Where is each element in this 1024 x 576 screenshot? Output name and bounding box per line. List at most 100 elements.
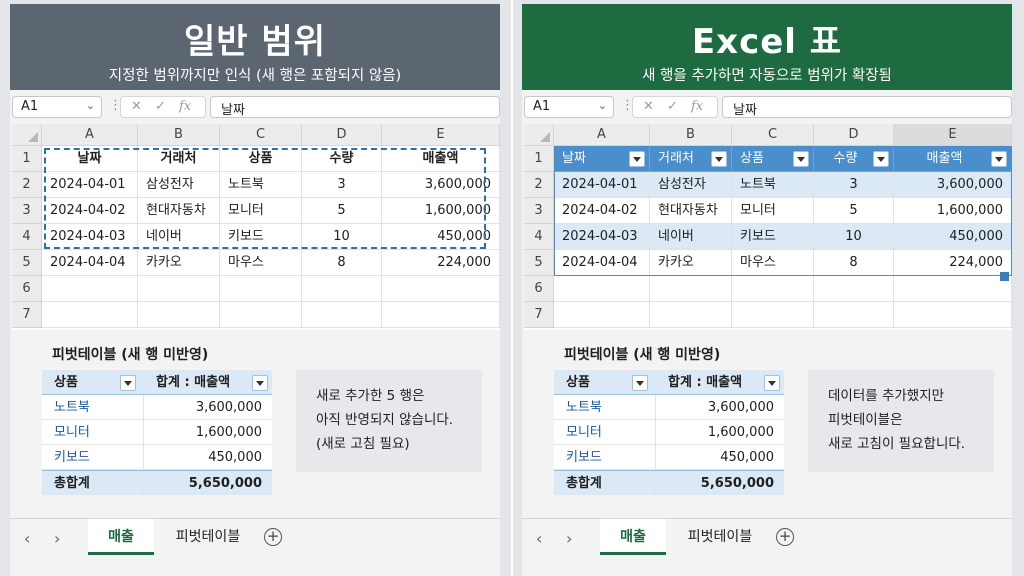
plus-circle-icon[interactable]: + [776, 528, 794, 546]
check-icon[interactable]: ✓ [155, 99, 166, 114]
column-header-b[interactable]: B [650, 124, 732, 146]
formula-input[interactable]: 날짜 [210, 96, 500, 118]
row-header-1[interactable]: 1 [12, 146, 42, 172]
header-cell[interactable]: 날짜 [554, 146, 650, 172]
column-header-a[interactable]: A [42, 124, 138, 146]
filter-dropdown-icon[interactable] [629, 151, 645, 167]
filter-dropdown-icon[interactable] [252, 375, 268, 391]
header-cell[interactable]: 수량 [814, 146, 894, 172]
table-resize-handle[interactable] [1000, 272, 1009, 281]
cell[interactable]: 모니터 [732, 198, 814, 224]
cell[interactable]: 2024-04-04 [42, 250, 138, 276]
cell[interactable]: 1,600,000 [894, 198, 1012, 224]
x-icon[interactable]: ✕ [131, 99, 142, 114]
filter-dropdown-icon[interactable] [120, 375, 136, 391]
filter-dropdown-icon[interactable] [711, 151, 727, 167]
tab-sales[interactable]: 매출 [600, 519, 666, 555]
check-icon[interactable]: ✓ [667, 99, 678, 114]
cell[interactable]: 카카오 [138, 250, 220, 276]
fx-icon[interactable]: fx [179, 99, 191, 114]
cell[interactable] [732, 302, 814, 328]
pivot-item-label[interactable]: 노트북 [42, 395, 144, 420]
select-all-corner[interactable] [524, 124, 554, 146]
cell[interactable] [382, 276, 500, 302]
name-box[interactable]: A1 ⌄ [12, 96, 102, 118]
column-header-e[interactable]: E [382, 124, 500, 146]
pivot-item-label[interactable]: 모니터 [42, 420, 144, 445]
row-header-7[interactable]: 7 [12, 302, 42, 328]
cell[interactable]: 8 [814, 250, 894, 276]
cell[interactable] [732, 276, 814, 302]
row-header-4[interactable]: 4 [524, 224, 554, 250]
column-header-b[interactable]: B [138, 124, 220, 146]
cell[interactable] [554, 276, 650, 302]
cell[interactable]: 2024-04-04 [554, 250, 650, 276]
header-cell[interactable]: 상품 [732, 146, 814, 172]
cell[interactable]: 카카오 [650, 250, 732, 276]
header-cell[interactable]: 매출액 [894, 146, 1012, 172]
row-header-4[interactable]: 4 [12, 224, 42, 250]
pivot-item-label[interactable]: 키보드 [554, 445, 656, 470]
filter-dropdown-icon[interactable] [764, 375, 780, 391]
chevron-left-icon[interactable]: ‹ [24, 529, 30, 548]
tab-pivot[interactable]: 피벗테이블 [160, 519, 256, 555]
cell[interactable] [42, 276, 138, 302]
cell[interactable]: 현대자동차 [650, 198, 732, 224]
filter-dropdown-icon[interactable] [873, 151, 889, 167]
cell[interactable]: 450,000 [894, 224, 1012, 250]
cell[interactable]: 2024-04-01 [554, 172, 650, 198]
cell[interactable]: 키보드 [732, 224, 814, 250]
cell[interactable] [894, 302, 1012, 328]
row-header-6[interactable]: 6 [12, 276, 42, 302]
tab-sales[interactable]: 매출 [88, 519, 154, 555]
cell[interactable] [894, 276, 1012, 302]
filter-dropdown-icon[interactable] [632, 375, 648, 391]
chevron-left-icon[interactable]: ‹ [536, 529, 542, 548]
row-header-2[interactable]: 2 [524, 172, 554, 198]
cell[interactable]: 삼성전자 [650, 172, 732, 198]
cell[interactable] [814, 302, 894, 328]
chevron-right-icon[interactable]: › [566, 529, 572, 548]
tab-pivot[interactable]: 피벗테이블 [672, 519, 768, 555]
pivot-item-label[interactable]: 노트북 [554, 395, 656, 420]
cell[interactable] [220, 302, 302, 328]
cell[interactable] [650, 302, 732, 328]
cell[interactable]: 10 [814, 224, 894, 250]
filter-dropdown-icon[interactable] [991, 151, 1007, 167]
fx-icon[interactable]: fx [691, 99, 703, 114]
column-header-c[interactable]: C [220, 124, 302, 146]
pivot-item-label[interactable]: 모니터 [554, 420, 656, 445]
row-header-3[interactable]: 3 [524, 198, 554, 224]
cell[interactable] [42, 302, 138, 328]
cell[interactable] [302, 302, 382, 328]
chevron-right-icon[interactable]: › [54, 529, 60, 548]
cell[interactable]: 마우스 [732, 250, 814, 276]
row-header-1[interactable]: 1 [524, 146, 554, 172]
row-header-2[interactable]: 2 [12, 172, 42, 198]
cell[interactable]: 3,600,000 [894, 172, 1012, 198]
cell[interactable] [382, 302, 500, 328]
filter-dropdown-icon[interactable] [793, 151, 809, 167]
cell[interactable]: 2024-04-02 [554, 198, 650, 224]
x-icon[interactable]: ✕ [643, 99, 654, 114]
row-header-3[interactable]: 3 [12, 198, 42, 224]
chevron-down-icon[interactable]: ⌄ [598, 99, 607, 112]
column-header-d[interactable]: D [814, 124, 894, 146]
row-header-6[interactable]: 6 [524, 276, 554, 302]
cell[interactable]: 3 [814, 172, 894, 198]
cell[interactable] [138, 276, 220, 302]
cell[interactable] [138, 302, 220, 328]
cell[interactable]: 224,000 [894, 250, 1012, 276]
formula-input[interactable]: 날짜 [722, 96, 1012, 118]
name-box[interactable]: A1 ⌄ [524, 96, 614, 118]
column-header-d[interactable]: D [302, 124, 382, 146]
chevron-down-icon[interactable]: ⌄ [86, 99, 95, 112]
column-header-e[interactable]: E [894, 124, 1012, 146]
cell[interactable] [554, 302, 650, 328]
select-all-corner[interactable] [12, 124, 42, 146]
cell[interactable]: 5 [814, 198, 894, 224]
cell[interactable] [814, 276, 894, 302]
cell[interactable] [220, 276, 302, 302]
row-header-7[interactable]: 7 [524, 302, 554, 328]
cell[interactable]: 노트북 [732, 172, 814, 198]
